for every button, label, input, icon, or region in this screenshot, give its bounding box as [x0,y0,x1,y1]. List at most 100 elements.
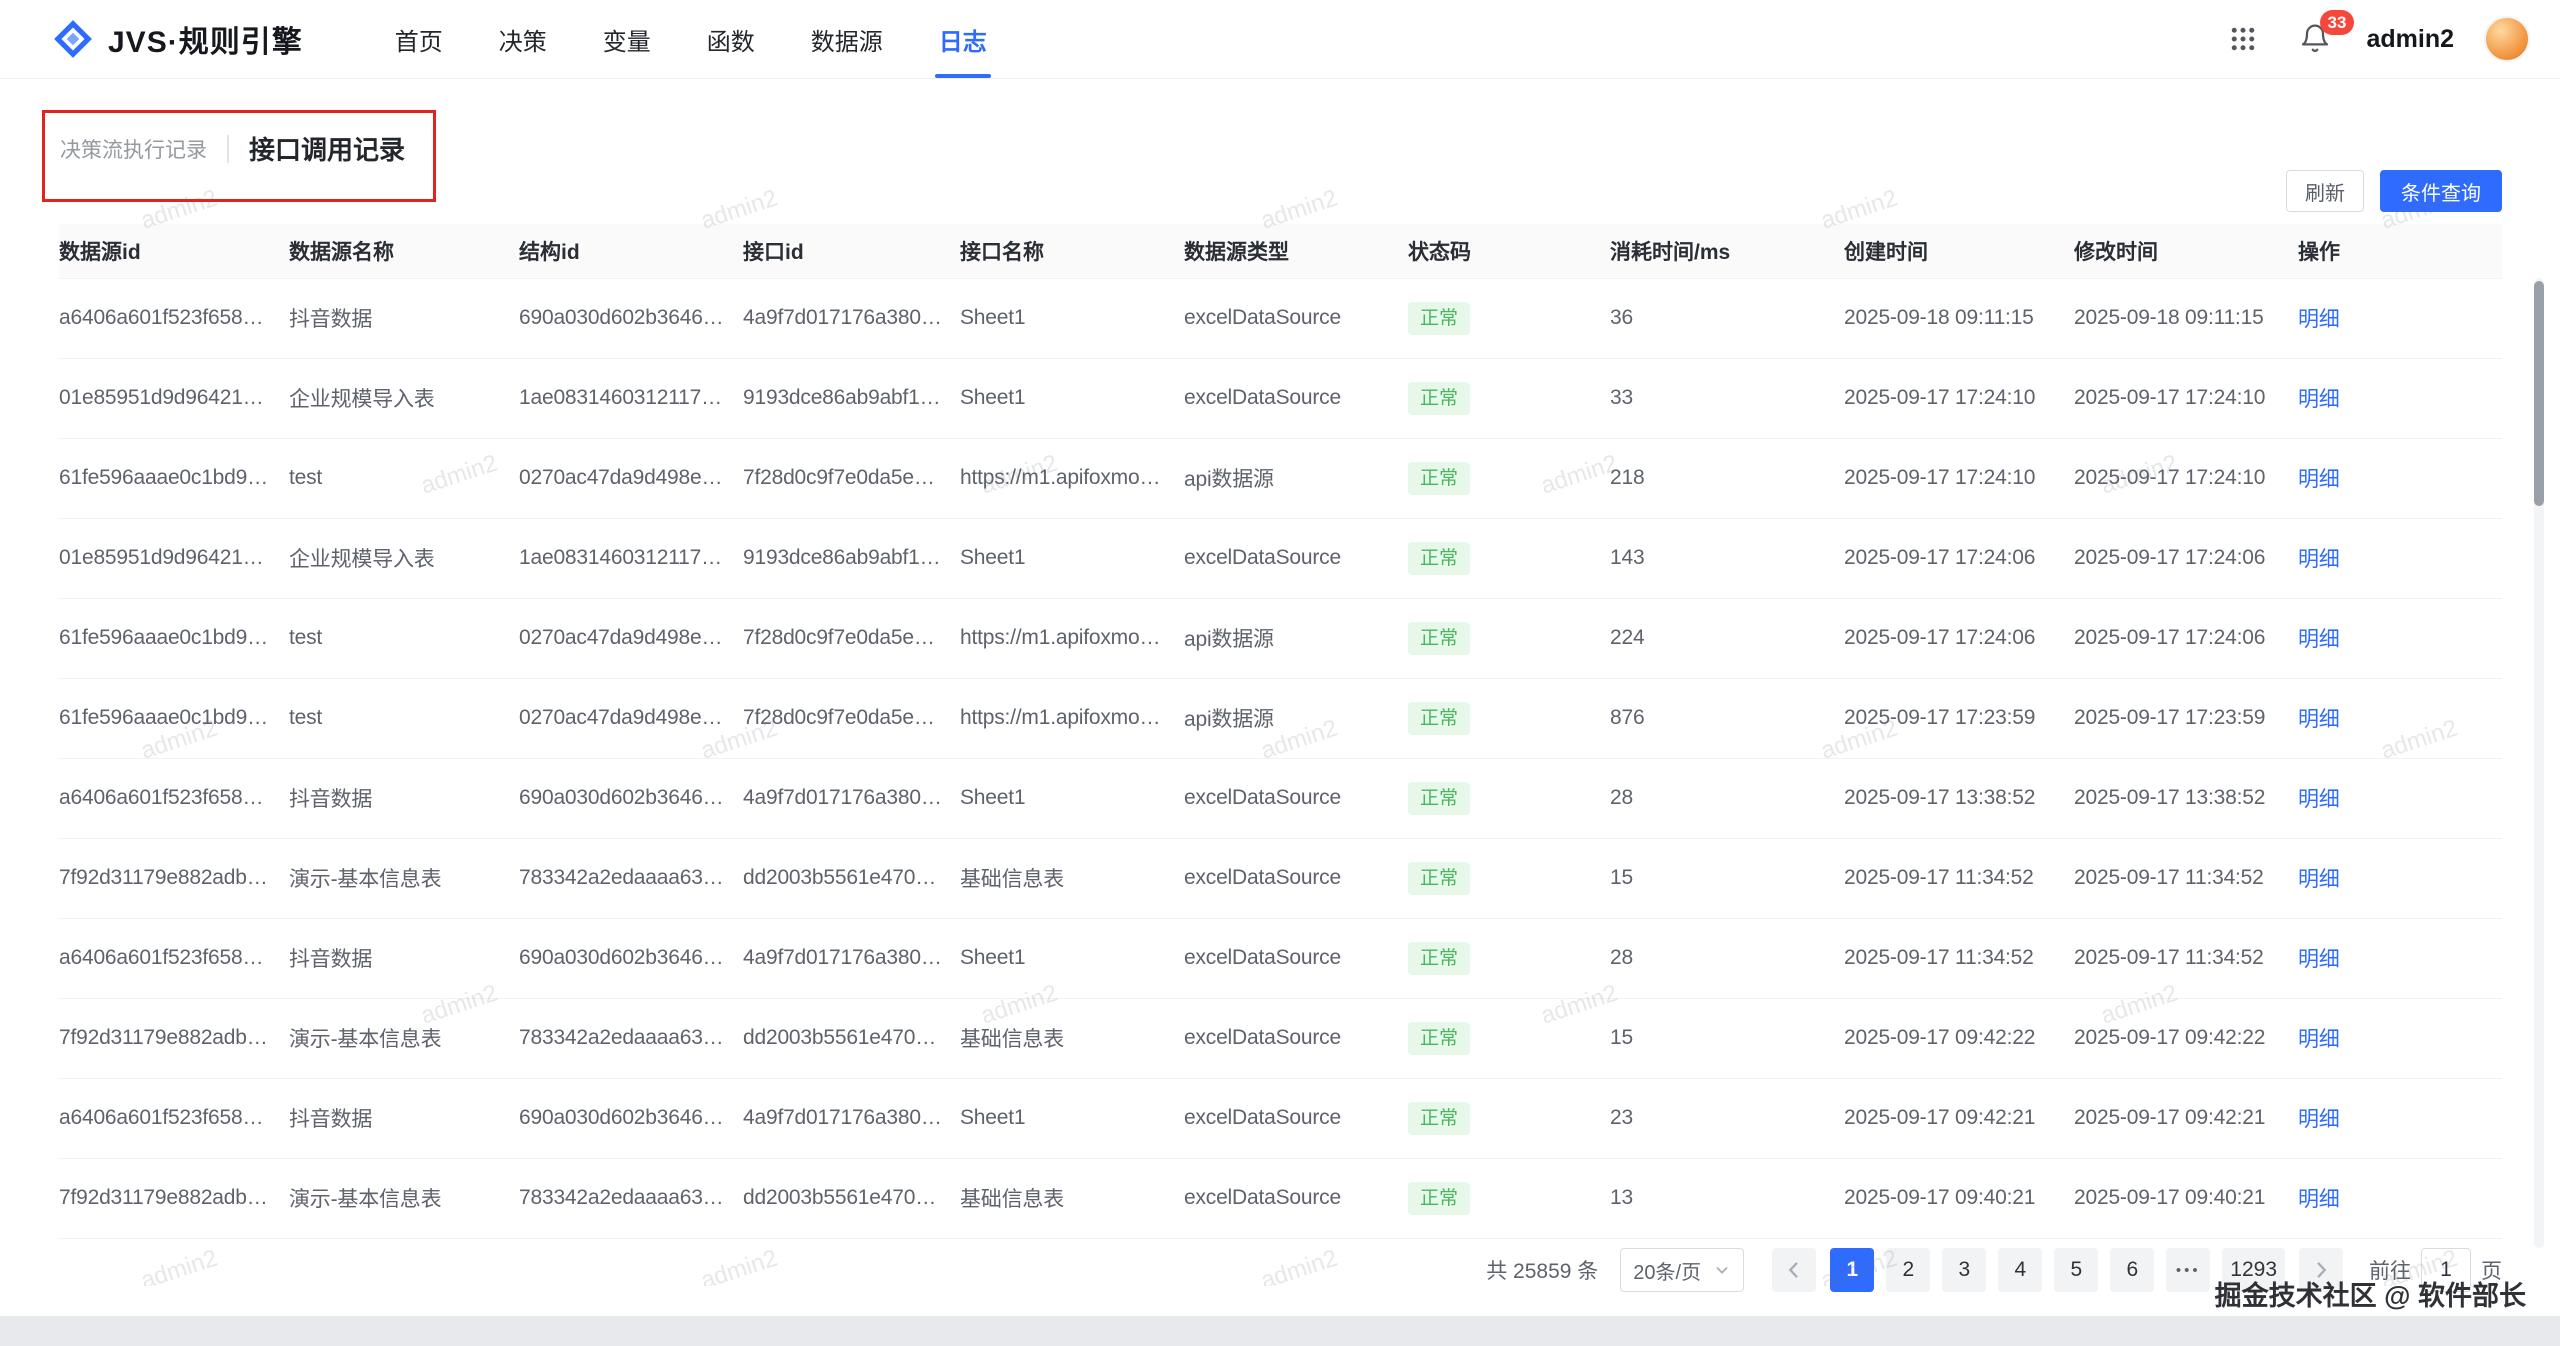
nav-item[interactable]: 日志 [911,0,1015,78]
cell-ds_id: 7f92d31179e882adb1397... [59,998,289,1078]
table-row: 61fe596aaae0c1bd9c299...test0270ac47da9d… [59,598,2502,678]
cell-api_name: 基础信息表 [960,998,1184,1078]
cell-ds_name: 演示-基本信息表 [289,998,519,1078]
username[interactable]: admin2 [2366,25,2454,54]
cell-elapsed: 23 [1610,1078,1844,1158]
nav-item[interactable]: 首页 [367,0,471,78]
cell-struct_id: 690a030d602b36464c2c... [519,1078,743,1158]
page-button[interactable]: 6 [2110,1248,2154,1292]
table-row: 61fe596aaae0c1bd9c299...test0270ac47da9d… [59,678,2502,758]
avatar[interactable] [2484,16,2530,62]
detail-link[interactable]: 明细 [2298,628,2340,651]
cell-ds_id: a6406a601f523f6580b6b... [59,1078,289,1158]
detail-link[interactable]: 明细 [2298,388,2340,411]
cell-api_name: Sheet1 [960,918,1184,998]
detail-link[interactable]: 明细 [2298,1028,2340,1051]
table-row: 7f92d31179e882adb1397...演示-基本信息表783342a2… [59,1158,2502,1238]
detail-link[interactable]: 明细 [2298,1108,2340,1131]
page-button[interactable]: 1 [1830,1248,1874,1292]
cell-api_id: 9193dce86ab9abf1dc49... [743,358,960,438]
cell-struct_id: 1ae0831460312117a616... [519,358,743,438]
cell-ds_id: 61fe596aaae0c1bd9c299... [59,438,289,518]
cell-modified: 2025-09-17 11:34:52 [2074,918,2298,998]
cell-ds_id: a6406a601f523f6580b6b... [59,758,289,838]
detail-link[interactable]: 明细 [2298,708,2340,731]
cell-ds_name: 抖音数据 [289,758,519,838]
nav-item[interactable]: 数据源 [783,0,911,78]
cell-api_name: https://m1.apifoxmock.co... [960,598,1184,678]
cell-status: 正常 [1408,438,1610,518]
cell-created: 2025-09-17 09:42:21 [1844,1078,2074,1158]
status-badge: 正常 [1408,462,1470,495]
page-button[interactable]: 4 [1998,1248,2042,1292]
cell-struct_id: 0270ac47da9d498e8c4e... [519,678,743,758]
cell-created: 2025-09-17 17:23:59 [1844,678,2074,758]
column-header: 创建时间 [1844,224,2074,278]
cell-api_id: 4a9f7d017176a3806841... [743,1078,960,1158]
cell-elapsed: 143 [1610,518,1844,598]
cell-ds_id: 61fe596aaae0c1bd9c299... [59,598,289,678]
cell-action: 明细 [2298,678,2502,758]
cell-ds_id: a6406a601f523f6580b6b... [59,278,289,358]
cell-status: 正常 [1408,518,1610,598]
cell-modified: 2025-09-17 09:40:21 [2074,1158,2298,1238]
prev-page-button[interactable] [1772,1248,1816,1292]
cell-status: 正常 [1408,358,1610,438]
cell-modified: 2025-09-17 09:42:22 [2074,998,2298,1078]
more-pages-button[interactable]: ••• [2166,1248,2210,1292]
cell-status: 正常 [1408,758,1610,838]
detail-link[interactable]: 明细 [2298,1188,2340,1211]
cell-action: 明细 [2298,1078,2502,1158]
page-button[interactable]: 5 [2054,1248,2098,1292]
table-row: a6406a601f523f6580b6b...抖音数据690a030d602b… [59,758,2502,838]
cell-api_id: 4a9f7d017176a3806841... [743,758,960,838]
table-row: a6406a601f523f6580b6b...抖音数据690a030d602b… [59,918,2502,998]
cell-struct_id: 783342a2edaaaa6339b... [519,998,743,1078]
page-size-select[interactable]: 20条/页 [1620,1248,1744,1292]
status-badge: 正常 [1408,302,1470,335]
tab-api-call-records[interactable]: 接口调用记录 [249,130,405,167]
cell-ds_type: excelDataSource [1184,918,1408,998]
cell-elapsed: 876 [1610,678,1844,758]
cell-ds_id: 61fe596aaae0c1bd9c299... [59,678,289,758]
cell-elapsed: 33 [1610,358,1844,438]
main-content: 决策流执行记录 接口调用记录 刷新 条件查询 数据源id数据源名称结构id接口i… [0,78,2560,1316]
pagination: 共 25859 条 20条/页 123456•••1293 前往 页 [59,1246,2502,1294]
condition-query-button[interactable]: 条件查询 [2380,170,2502,212]
cell-api_id: dd2003b5561e4701a26... [743,838,960,918]
detail-link[interactable]: 明细 [2298,468,2340,491]
cell-api_id: 9193dce86ab9abf1dc49... [743,518,960,598]
detail-link[interactable]: 明细 [2298,948,2340,971]
cell-created: 2025-09-17 11:34:52 [1844,918,2074,998]
refresh-button[interactable]: 刷新 [2286,170,2364,212]
table-body: a6406a601f523f6580b6b...抖音数据690a030d602b… [59,278,2502,1238]
cell-api_name: Sheet1 [960,1078,1184,1158]
cell-status: 正常 [1408,918,1610,998]
page-button[interactable]: 2 [1886,1248,1930,1292]
nav-item[interactable]: 决策 [471,0,575,78]
notification-bell-icon[interactable]: 33 [2294,18,2336,60]
detail-link[interactable]: 明细 [2298,788,2340,811]
nav-right: 33 admin2 [2222,16,2530,62]
cell-status: 正常 [1408,678,1610,758]
cell-ds_name: test [289,598,519,678]
page-button[interactable]: 3 [1942,1248,1986,1292]
apps-grid-icon[interactable] [2222,18,2264,60]
detail-link[interactable]: 明细 [2298,548,2340,571]
cell-modified: 2025-09-17 11:34:52 [2074,838,2298,918]
detail-link[interactable]: 明细 [2298,868,2340,891]
cell-ds_id: a6406a601f523f6580b6b... [59,918,289,998]
nav-item[interactable]: 变量 [575,0,679,78]
status-badge: 正常 [1408,1022,1470,1055]
cell-api_id: dd2003b5561e4701a26... [743,998,960,1078]
cell-api_name: Sheet1 [960,358,1184,438]
scrollbar-thumb[interactable] [2534,281,2544,506]
detail-link[interactable]: 明细 [2298,308,2340,331]
cell-modified: 2025-09-18 09:11:15 [2074,278,2298,358]
nav-item[interactable]: 函数 [679,0,783,78]
cell-action: 明细 [2298,278,2502,358]
nav-menu: 首页决策变量函数数据源日志 [367,0,1015,78]
cell-modified: 2025-09-17 17:24:10 [2074,438,2298,518]
tab-decision-flow-records[interactable]: 决策流执行记录 [60,134,207,164]
cell-modified: 2025-09-17 17:24:06 [2074,518,2298,598]
